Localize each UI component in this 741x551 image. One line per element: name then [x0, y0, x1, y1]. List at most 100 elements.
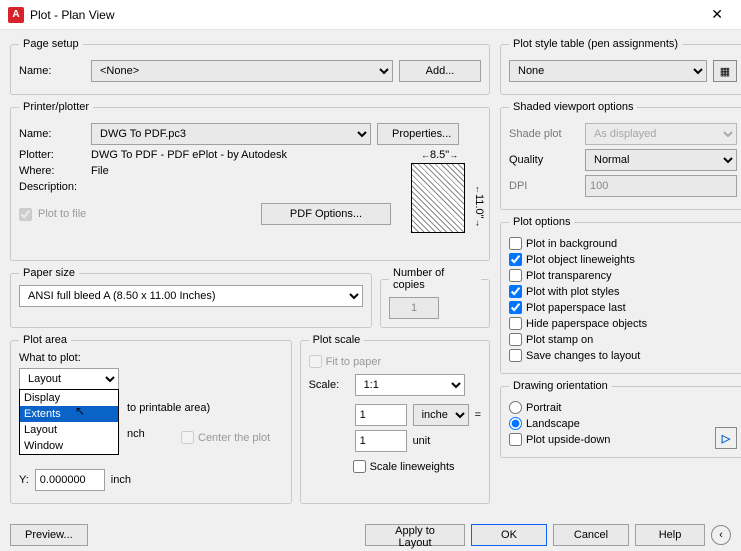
- plot-stamp-label: Plot stamp on: [526, 334, 593, 346]
- plot-styles-checkbox[interactable]: [509, 285, 522, 298]
- close-button[interactable]: ✕: [701, 2, 733, 27]
- plot-scale-group: Plot scale Fit to paper Scale: 1:1 inche…: [300, 334, 490, 504]
- printer-group: Printer/plotter Name: DWG To PDF.pc3 Pro…: [10, 101, 490, 261]
- center-plot-checkbox: [181, 431, 194, 444]
- plot-styles-label: Plot with plot styles: [526, 286, 620, 298]
- properties-button[interactable]: Properties...: [377, 123, 459, 145]
- scale-denominator[interactable]: [355, 430, 407, 452]
- hide-paperspace-label: Hide paperspace objects: [526, 318, 647, 330]
- paper-size-select[interactable]: ANSI full bleed A (8.50 x 11.00 Inches): [19, 285, 363, 307]
- center-plot-label: Center the plot: [198, 432, 270, 444]
- window-title: Plot - Plan View: [30, 8, 701, 22]
- orientation-legend: Drawing orientation: [509, 380, 612, 392]
- landscape-label: Landscape: [526, 418, 580, 430]
- plot-paperspace-label: Plot paperspace last: [526, 302, 626, 314]
- page-setup-legend: Page setup: [19, 38, 83, 50]
- upside-down-label: Plot upside-down: [526, 434, 610, 446]
- where-label: Where:: [19, 165, 85, 177]
- shade-plot-select: As displayed: [585, 123, 737, 145]
- expand-button[interactable]: ‹: [711, 525, 731, 545]
- scale-lineweights-checkbox[interactable]: [353, 460, 366, 473]
- scale-numerator[interactable]: [355, 404, 407, 426]
- description-label: Description:: [19, 181, 85, 193]
- printer-name-label: Name:: [19, 128, 85, 140]
- paper-height-dim: ←11.0"→: [473, 185, 485, 228]
- printer-legend: Printer/plotter: [19, 101, 93, 113]
- quality-select[interactable]: Normal: [585, 149, 737, 171]
- titlebar: A Plot - Plan View ✕: [0, 0, 741, 30]
- orientation-icon: ▷: [715, 427, 737, 449]
- save-changes-checkbox[interactable]: [509, 349, 522, 362]
- plot-stamp-checkbox[interactable]: [509, 333, 522, 346]
- add-button[interactable]: Add...: [399, 60, 481, 82]
- paper-size-group: Paper size ANSI full bleed A (8.50 x 11.…: [10, 267, 372, 328]
- plot-area-legend: Plot area: [19, 334, 71, 346]
- scale-units-select[interactable]: inches: [413, 404, 469, 426]
- shaded-viewport-group: Shaded viewport options Shade plot As di…: [500, 101, 741, 210]
- what-to-plot-select[interactable]: Layout: [19, 368, 119, 390]
- scale-lineweights-label: Scale lineweights: [370, 461, 455, 473]
- equals-label: =: [475, 409, 481, 421]
- fit-to-paper-label: Fit to paper: [326, 356, 382, 368]
- y-offset-input[interactable]: [35, 469, 105, 491]
- preview-button[interactable]: Preview...: [10, 524, 88, 546]
- plot-transparency-checkbox[interactable]: [509, 269, 522, 282]
- printer-name-select[interactable]: DWG To PDF.pc3: [91, 123, 371, 145]
- y-label: Y:: [19, 474, 29, 486]
- apply-layout-button[interactable]: Apply to Layout: [365, 524, 465, 546]
- app-icon: A: [8, 7, 24, 23]
- plot-lineweights-label: Plot object lineweights: [526, 254, 635, 266]
- save-changes-label: Save changes to layout: [526, 350, 640, 362]
- copies-input: [389, 297, 439, 319]
- where-value: File: [91, 165, 109, 177]
- cancel-button[interactable]: Cancel: [553, 524, 629, 546]
- upside-down-checkbox[interactable]: [509, 433, 522, 446]
- portrait-label: Portrait: [526, 402, 561, 414]
- plot-options-group: Plot options Plot in background Plot obj…: [500, 216, 741, 374]
- paper-size-legend: Paper size: [19, 267, 79, 279]
- page-setup-group: Page setup Name: <None> Add...: [10, 38, 490, 95]
- what-to-plot-dropdown: Display Extents Layout Window: [19, 389, 119, 455]
- x-unit: nch: [127, 428, 145, 440]
- ok-button[interactable]: OK: [471, 524, 547, 546]
- plot-area-group: Plot area What to plot: Layout Display E…: [10, 334, 292, 504]
- paper-width-dim: ←8.5"→: [421, 149, 458, 161]
- dd-option-display[interactable]: Display: [20, 390, 118, 406]
- plotter-value: DWG To PDF - PDF ePlot - by Autodesk: [91, 149, 287, 161]
- copies-legend: Number of copies: [389, 267, 481, 291]
- pdf-options-button[interactable]: PDF Options...: [261, 203, 391, 225]
- scale-select[interactable]: 1:1: [355, 374, 465, 396]
- shade-plot-label: Shade plot: [509, 128, 579, 140]
- plotter-label: Plotter:: [19, 149, 85, 161]
- dd-option-layout[interactable]: Layout: [20, 422, 118, 438]
- what-to-plot-label: What to plot:: [19, 352, 283, 364]
- plot-paperspace-checkbox[interactable]: [509, 301, 522, 314]
- plot-background-checkbox[interactable]: [509, 237, 522, 250]
- dd-option-window[interactable]: Window: [20, 438, 118, 454]
- landscape-radio[interactable]: [509, 417, 522, 430]
- y-unit: inch: [111, 474, 131, 486]
- dpi-label: DPI: [509, 180, 579, 192]
- hide-paperspace-checkbox[interactable]: [509, 317, 522, 330]
- plot-transparency-label: Plot transparency: [526, 270, 612, 282]
- orientation-group: Drawing orientation Portrait Landscape P…: [500, 380, 741, 458]
- printable-area-text: to printable area): [127, 402, 210, 414]
- plot-style-group: Plot style table (pen assignments) None …: [500, 38, 741, 95]
- portrait-radio[interactable]: [509, 401, 522, 414]
- plot-scale-legend: Plot scale: [309, 334, 365, 346]
- plot-style-edit-button[interactable]: ▦: [713, 60, 737, 82]
- plot-style-legend: Plot style table (pen assignments): [509, 38, 682, 50]
- plot-to-file-label: Plot to file: [38, 208, 86, 220]
- quality-label: Quality: [509, 154, 579, 166]
- plot-lineweights-checkbox[interactable]: [509, 253, 522, 266]
- copies-group: Number of copies: [380, 267, 490, 328]
- page-name-label: Name:: [19, 65, 85, 77]
- help-button[interactable]: Help: [635, 524, 705, 546]
- page-name-select[interactable]: <None>: [91, 60, 393, 82]
- dd-option-extents[interactable]: Extents: [20, 406, 118, 422]
- plot-style-select[interactable]: None: [509, 60, 707, 82]
- shaded-legend: Shaded viewport options: [509, 101, 637, 113]
- unit-label: unit: [413, 435, 431, 447]
- scale-label: Scale:: [309, 379, 349, 391]
- plot-to-file-checkbox: [19, 208, 32, 221]
